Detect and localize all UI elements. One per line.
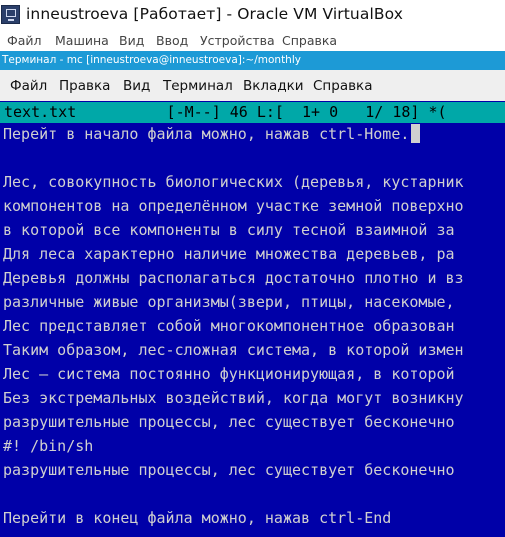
virtualbox-icon — [1, 5, 20, 24]
vbox-menu-input[interactable]: Ввод — [156, 33, 188, 48]
terminal-area[interactable]: text.txt [-M--] 46 L:[ 1+ 0 1/ 18] *( Пе… — [0, 101, 505, 537]
editor-status-line: text.txt [-M--] 46 L:[ 1+ 0 1/ 18] *( — [0, 102, 505, 123]
vbox-menu-machine[interactable]: Машина — [55, 33, 109, 48]
editor-line-3[interactable]: Лес, совокупность биологических (деревья… — [3, 172, 464, 192]
terminal-menu-terminal[interactable]: Терминал — [163, 78, 233, 94]
editor-line-11[interactable]: Лес – система постоянно функционирующая,… — [3, 364, 455, 384]
editor-line-8[interactable]: различные живые организмы(звери, птицы, … — [3, 292, 455, 312]
vbox-menu-help[interactable]: Справка — [282, 33, 337, 48]
terminal-menu-tabs[interactable]: Вкладки — [243, 78, 304, 94]
terminal-menubar: Файл Правка Вид Терминал Вкладки Справка — [0, 70, 505, 101]
terminal-menu-file[interactable]: Файл — [10, 78, 47, 94]
editor-status-text: text.txt [-M--] 46 L:[ 1+ 0 1/ 18] *( — [4, 103, 447, 121]
editor-line-13[interactable]: разрушительные процессы, лес существует … — [3, 412, 455, 432]
virtualbox-title-bar: inneustroeva [Работает] - Oracle VM Virt… — [0, 0, 505, 31]
window-title: inneustroeva [Работает] - Oracle VM Virt… — [26, 5, 403, 23]
editor-line-10[interactable]: Таким образом, лес-сложная система, в ко… — [3, 340, 464, 360]
editor-line-12[interactable]: Без экстремальных воздействий, когда мог… — [3, 388, 464, 408]
editor-line-15[interactable]: разрушительные процессы, лес существует … — [3, 460, 455, 480]
editor-line-17[interactable]: Перейти в конец файла можно, нажав ctrl-… — [3, 508, 391, 528]
vbox-menu-devices[interactable]: Устройства — [200, 33, 275, 48]
vbox-menu-file[interactable]: Файл — [7, 33, 42, 48]
editor-line-5[interactable]: в которой все компоненты в силу тесной в… — [3, 220, 455, 240]
virtualbox-menubar: Файл Машина Вид Ввод Устройства Справка — [0, 31, 505, 51]
vbox-menu-view[interactable]: Вид — [119, 33, 144, 48]
editor-line-14[interactable]: #! /bin/sh — [3, 436, 93, 456]
editor-line-4[interactable]: компонентов на определённом участке земн… — [3, 196, 464, 216]
text-cursor — [411, 124, 421, 143]
terminal-window-title: Терминал - mc [inneustroeva@inneustroeva… — [2, 54, 301, 66]
terminal-menu-help[interactable]: Справка — [313, 78, 372, 94]
editor-line-7[interactable]: Деревья должны располагаться достаточно … — [3, 268, 464, 288]
editor-line-1[interactable]: Перейт в начало файла можно, нажав ctrl-… — [3, 124, 421, 144]
terminal-window-title-bar: Терминал - mc [inneustroeva@inneustroeva… — [0, 51, 505, 70]
editor-line-6[interactable]: Для леса характерно наличие множества де… — [3, 244, 455, 264]
terminal-menu-view[interactable]: Вид — [123, 78, 150, 94]
editor-line-9[interactable]: Лес представляет собой многокомпонентное… — [3, 316, 455, 336]
terminal-menu-edit[interactable]: Правка — [59, 78, 110, 94]
